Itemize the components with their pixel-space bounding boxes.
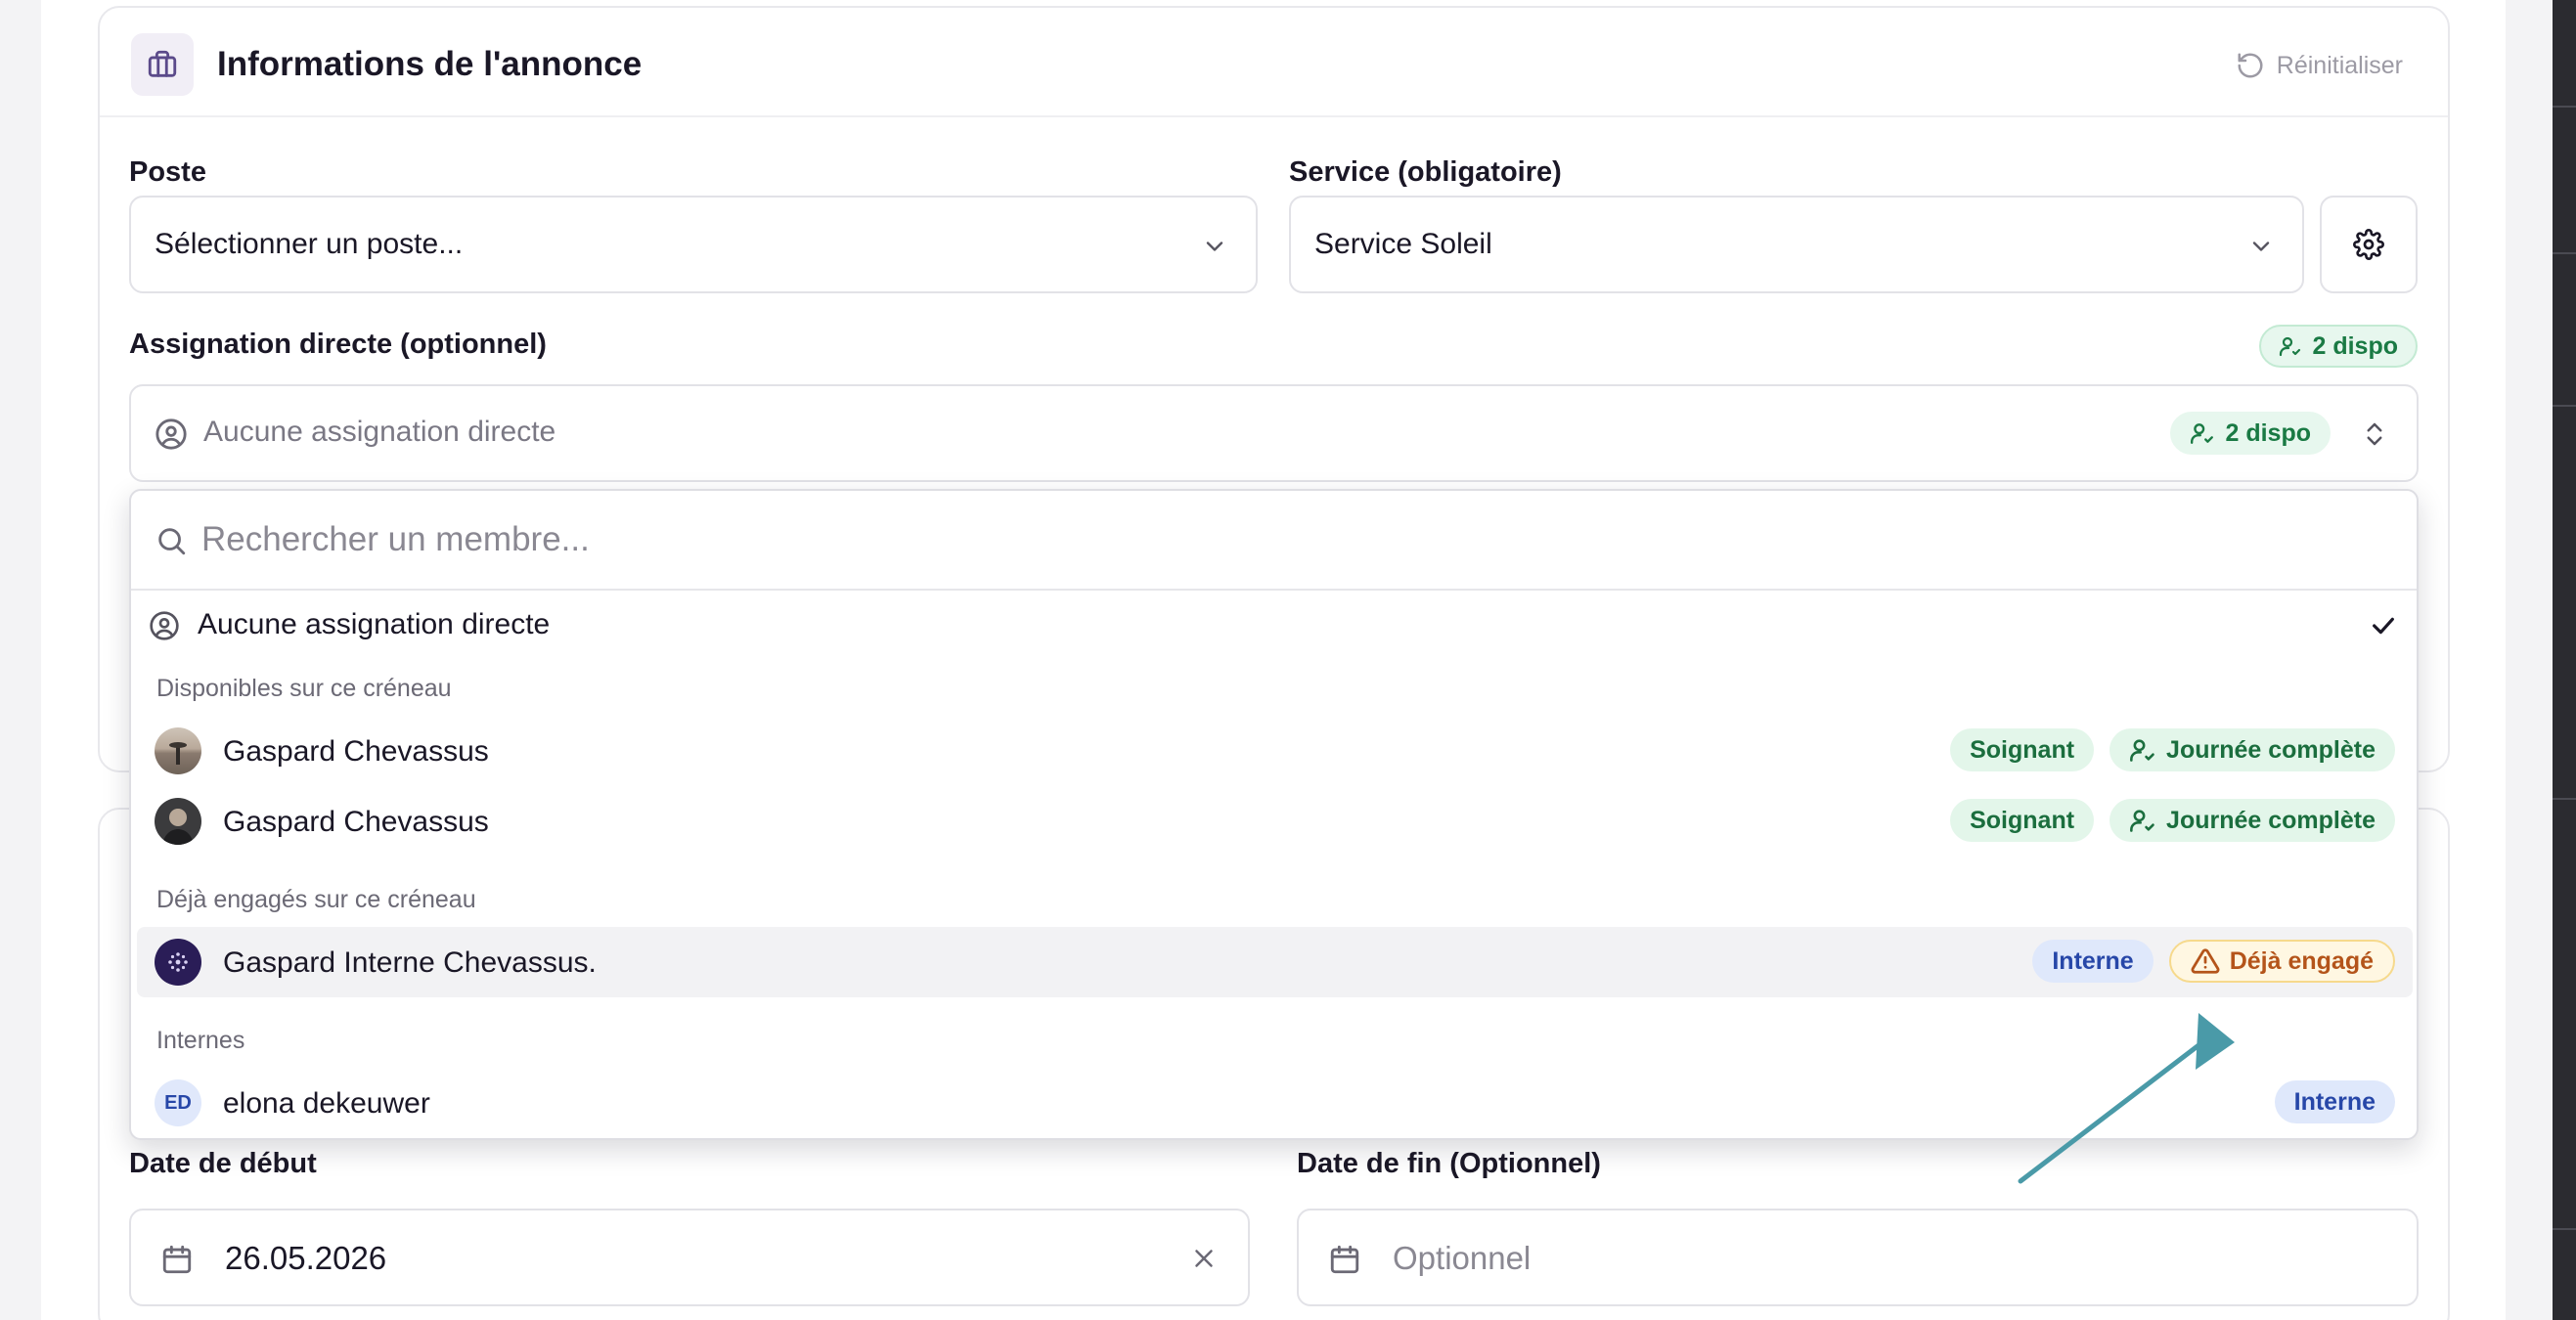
role-badge: Interne (2032, 940, 2154, 983)
chevrons-up-down-icon (2367, 422, 2382, 446)
card-header: Informations de l'annonce Réinitialiser (100, 8, 2448, 117)
service-settings-button[interactable] (2320, 196, 2418, 293)
assignation-combobox[interactable]: Aucune assignation directe 2 dispo (129, 384, 2419, 482)
member-tags: Soignant Journée complète (1950, 728, 2395, 771)
briefcase-icon (131, 33, 194, 96)
role-badge: Soignant (1950, 728, 2095, 771)
service-label: Service (obligatoire) (1289, 156, 1562, 188)
combo-dispo-badge: 2 dispo (2170, 412, 2331, 455)
option-none[interactable]: Aucune assignation directe (137, 589, 2413, 659)
service-select[interactable]: Service Soleil (1289, 196, 2304, 293)
poste-value: Sélectionner un poste... (155, 228, 464, 260)
start-date-field[interactable]: 26.05.2026 (129, 1209, 1250, 1306)
poste-select[interactable]: Sélectionner un poste... (129, 196, 1258, 293)
group-label-internes: Internes (156, 1027, 245, 1054)
card-title: Informations de l'annonce (217, 45, 643, 83)
chevron-down-icon (2252, 242, 2270, 251)
avatar-initials: ED (164, 1091, 192, 1114)
reset-icon (2238, 53, 2263, 78)
reset-label: Réinitialiser (2276, 51, 2403, 79)
option-none-label: Aucune assignation directe (198, 608, 551, 640)
member-tags: Interne Déjà engagé (2032, 940, 2395, 983)
close-icon[interactable] (1189, 1244, 1219, 1273)
end-date-label: Date de fin (Optionnel) (1297, 1148, 1601, 1179)
combo-dispo-text: 2 dispo (2225, 418, 2311, 447)
avatar: ED (155, 1079, 201, 1126)
already-engaged-badge: Déjà engagé (2168, 940, 2395, 983)
member-name: Gaspard Interne Chevassus. (223, 946, 597, 979)
user-check-icon (2130, 739, 2154, 762)
assignation-placeholder: Aucune assignation directe (203, 416, 556, 448)
list-item[interactable]: Gaspard Chevassus Soignant Journée compl… (137, 786, 2413, 857)
role-badge: Soignant (1950, 799, 2095, 842)
member-search[interactable]: Rechercher un membre... (131, 491, 2417, 591)
start-date-value: 26.05.2026 (225, 1240, 387, 1276)
calendar-icon (1330, 1245, 1359, 1274)
check-icon (2373, 617, 2394, 635)
member-tags: Interne (2274, 1080, 2395, 1123)
chevron-down-icon (1206, 242, 1223, 251)
group-label-engaged: Déjà engagés sur ce créneau (156, 886, 476, 913)
assignation-label: Assignation directe (optionnel) (129, 329, 547, 360)
gear-icon (2353, 229, 2384, 260)
available-count-text: 2 dispo (2312, 331, 2398, 360)
reset-button[interactable]: Réinitialiser (2236, 51, 2403, 80)
group-label-available: Disponibles sur ce créneau (156, 675, 452, 702)
warning-icon (2191, 948, 2220, 974)
avatar (155, 939, 201, 986)
search-placeholder: Rechercher un membre... (201, 520, 590, 558)
engaged-text: Déjà engagé (2229, 946, 2374, 975)
avatar (155, 798, 201, 845)
end-date-field[interactable]: Optionnel (1297, 1209, 2419, 1306)
available-count-badge: 2 dispo (2259, 325, 2418, 368)
availability-badge: Journée complète (2110, 728, 2395, 771)
user-check-icon (2130, 810, 2154, 832)
search-icon (158, 528, 186, 555)
user-circle-icon (150, 611, 179, 640)
end-date-placeholder: Optionnel (1393, 1240, 1532, 1276)
calendar-icon (162, 1245, 192, 1274)
poste-label: Poste (129, 156, 206, 188)
member-name: elona dekeuwer (223, 1087, 430, 1120)
start-date-label: Date de début (129, 1148, 317, 1179)
availability-text: Journée complète (2166, 806, 2376, 834)
annotation-arrow (2018, 1013, 2235, 1184)
member-name: Gaspard Chevassus (223, 806, 489, 838)
avatar (155, 727, 201, 774)
member-tags: Soignant Journée complète (1950, 799, 2395, 842)
user-check-icon (2191, 423, 2214, 444)
background-window-edge (2553, 0, 2576, 1320)
user-circle-icon (155, 418, 187, 450)
service-value: Service Soleil (1314, 228, 1492, 260)
availability-text: Journée complète (2166, 735, 2376, 764)
role-badge: Interne (2274, 1080, 2395, 1123)
user-check-icon (2280, 336, 2301, 357)
list-item[interactable]: Gaspard Chevassus Soignant Journée compl… (137, 716, 2413, 786)
list-item[interactable]: Gaspard Interne Chevassus. Interne Déjà … (137, 927, 2413, 997)
member-name: Gaspard Chevassus (223, 735, 489, 768)
availability-badge: Journée complète (2110, 799, 2395, 842)
